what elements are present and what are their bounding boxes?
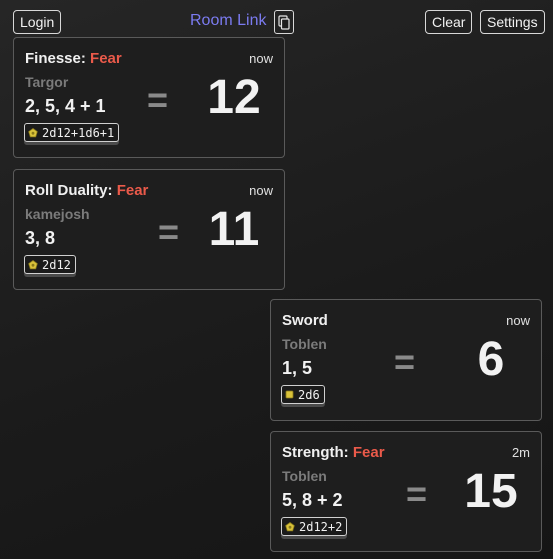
player-name: Toblen — [282, 468, 327, 484]
dice-formula-badge[interactable]: 2d6 — [281, 385, 325, 404]
roll-results: 3, 8 — [25, 228, 56, 248]
roll-title: Strength: Fear — [282, 444, 385, 461]
roll-action-label: Roll Duality — [25, 182, 108, 199]
roll-action-label: Sword — [282, 312, 328, 329]
roll-time: 2m — [511, 445, 530, 460]
dice-formula: 2d6 — [298, 387, 320, 402]
login-button[interactable]: Login — [13, 10, 62, 34]
dice-formula: 2d12+1d6+1 — [42, 125, 115, 140]
equals-sign: = — [394, 341, 416, 382]
room-link[interactable]: Room Link — [190, 12, 266, 30]
roll-action-label: Finesse — [25, 50, 81, 67]
roll-total: 15 — [464, 465, 518, 518]
dice-formula-badge[interactable]: 2d12+2 — [281, 517, 348, 536]
d12-die-icon — [28, 127, 38, 138]
roll-time: now — [249, 183, 273, 198]
dice-formula-badge[interactable]: 2d12 — [24, 255, 76, 274]
roll-card: Finesse: Fear now Targor 2, 5, 4 + 1 = 1… — [13, 37, 285, 158]
roll-action-label: Strength — [282, 444, 344, 461]
equals-sign: = — [147, 79, 169, 120]
settings-button[interactable]: Settings — [480, 10, 545, 34]
roll-title-separator: : — [107, 182, 117, 199]
equals-sign: = — [158, 211, 180, 252]
d12-die-icon — [28, 259, 38, 270]
roll-results: 1, 5 — [282, 358, 313, 378]
roll-time: now — [506, 313, 530, 328]
roll-card: Strength: Fear 2m Toblen 5, 8 + 2 = 15 2… — [270, 431, 542, 552]
roll-title: Finesse: Fear — [25, 50, 122, 67]
roll-title: Roll Duality: Fear — [25, 182, 148, 199]
copy-room-link-button[interactable] — [274, 10, 294, 34]
player-name: Targor — [25, 74, 69, 90]
roll-total: 11 — [208, 203, 260, 256]
roll-time: now — [249, 51, 273, 66]
player-name: Toblen — [282, 336, 327, 352]
fear-tag: Fear — [90, 50, 122, 67]
roll-card: Sword now Toblen 1, 5 = 6 2d6 — [270, 299, 542, 421]
d12-die-icon — [285, 521, 295, 532]
dice-formula: 2d12+2 — [299, 519, 343, 534]
equals-sign: = — [406, 473, 428, 514]
roll-total: 6 — [477, 333, 505, 386]
roll-results: 2, 5, 4 + 1 — [25, 96, 106, 116]
roll-title-separator: : — [80, 50, 91, 67]
dice-formula-badge[interactable]: 2d12+1d6+1 — [24, 123, 120, 142]
fear-tag: Fear — [352, 444, 385, 461]
roll-title: Sword — [282, 312, 328, 329]
fear-tag: Fear — [116, 182, 149, 199]
player-name: kamejosh — [25, 206, 90, 222]
roll-card: Roll Duality: Fear now kamejosh 3, 8 = 1… — [13, 169, 285, 290]
copy-icon — [278, 14, 290, 30]
d6-die-icon — [285, 390, 294, 399]
dice-formula: 2d12 — [42, 257, 71, 272]
roll-results: 5, 8 + 2 — [282, 490, 343, 510]
roll-title-separator: : — [343, 444, 353, 461]
clear-button[interactable]: Clear — [425, 10, 473, 34]
roll-total: 12 — [207, 71, 261, 124]
